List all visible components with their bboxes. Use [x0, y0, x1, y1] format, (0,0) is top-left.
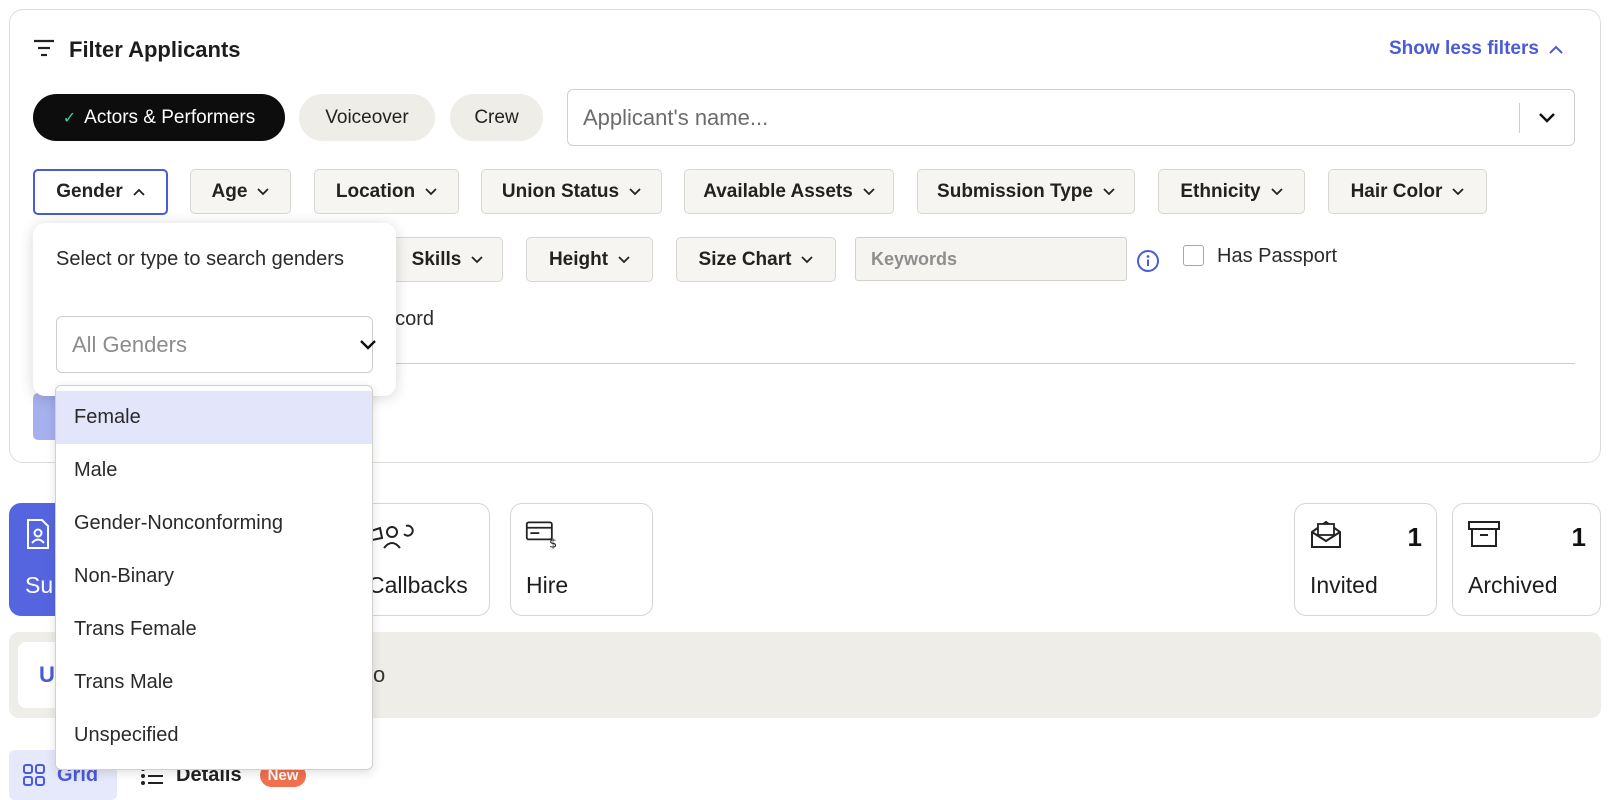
filter-ethnicity-button[interactable]: Ethnicity — [1158, 169, 1305, 214]
archived-count: 1 — [1571, 522, 1586, 552]
chevron-down-icon — [257, 187, 270, 195]
stage-label: Hire — [526, 572, 569, 598]
status-bar-right-text: o — [373, 662, 386, 687]
chevron-down-icon — [425, 187, 437, 195]
svg-text:$: $ — [549, 535, 557, 550]
status-bar-left-text: U — [39, 662, 55, 687]
applicant-name-input[interactable] — [568, 104, 1519, 131]
chevron-down-icon — [629, 187, 641, 195]
filter-height-button[interactable]: Height — [526, 237, 653, 282]
page-title: Filter Applicants — [69, 37, 241, 62]
stage-label: Invited — [1310, 572, 1378, 598]
gender-search-prompt: Select or type to search genders — [56, 248, 344, 270]
filter-size-chart-button[interactable]: Size Chart — [676, 237, 836, 282]
chevron-up-icon — [133, 188, 145, 196]
filter-label: Available Assets — [703, 180, 853, 202]
submissions-icon — [27, 519, 49, 549]
callbacks-icon — [366, 524, 414, 549]
category-label: Actors & Performers — [84, 106, 256, 128]
stage-callbacks-card[interactable]: Callbacks — [360, 503, 490, 616]
gender-dropdown-toggle[interactable] — [360, 339, 376, 350]
gender-option-female[interactable]: Female — [56, 391, 372, 444]
category-label: Crew — [474, 106, 519, 128]
stage-archived-card[interactable]: 1 Archived — [1452, 503, 1601, 616]
grid-icon — [23, 764, 45, 786]
show-less-filters-link[interactable]: Show less filters — [1389, 38, 1563, 60]
invited-count: 1 — [1407, 522, 1422, 552]
filter-label: Skills — [411, 248, 462, 270]
chevron-down-icon — [1452, 187, 1465, 195]
filter-icon — [34, 39, 54, 57]
gender-option-non-binary[interactable]: Non-Binary — [56, 550, 372, 603]
stage-label: Archived — [1468, 572, 1558, 598]
category-actors-pill[interactable]: ✓ Actors & Performers — [33, 94, 285, 141]
chevron-down-icon — [863, 187, 875, 195]
filter-gender-button[interactable]: Gender — [33, 169, 168, 215]
has-passport-label: Has Passport — [1217, 245, 1338, 267]
chevron-down-icon — [1270, 187, 1283, 195]
filter-age-button[interactable]: Age — [190, 169, 291, 214]
payment-card-icon: $ — [525, 521, 557, 550]
filter-label: Hair Color — [1350, 180, 1443, 202]
filter-hair-color-button[interactable]: Hair Color — [1328, 169, 1487, 214]
info-icon[interactable] — [1136, 249, 1160, 273]
category-crew-pill[interactable]: Crew — [450, 94, 543, 141]
filter-skills-button[interactable]: Skills — [392, 237, 503, 282]
archive-box-icon — [1468, 521, 1500, 547]
gender-option-male[interactable]: Male — [56, 444, 372, 497]
keywords-input[interactable] — [855, 237, 1127, 281]
gender-option-trans-male[interactable]: Trans Male — [56, 656, 372, 709]
gender-option-unspecified[interactable]: Unspecified — [56, 709, 372, 762]
filter-submission-type-button[interactable]: Submission Type — [917, 169, 1135, 214]
filter-union-status-button[interactable]: Union Status — [481, 169, 662, 214]
has-passport-checkbox[interactable] — [1183, 245, 1204, 266]
gender-popover: Select or type to search genders — [33, 223, 396, 396]
gender-options-menu: Female Male Gender-Nonconforming Non-Bin… — [55, 385, 373, 770]
applicant-name-combobox[interactable] — [567, 89, 1575, 146]
gender-search-input[interactable] — [57, 331, 360, 358]
check-icon: ✓ — [62, 109, 77, 127]
chevron-down-icon — [471, 255, 483, 263]
category-voiceover-pill[interactable]: Voiceover — [299, 94, 435, 141]
filter-label: Gender — [56, 181, 123, 202]
filter-label: Height — [548, 248, 609, 270]
chevron-up-icon — [1549, 45, 1563, 54]
show-less-label: Show less filters — [1389, 38, 1539, 59]
filter-label: Age — [211, 180, 248, 202]
chevron-down-icon — [1103, 187, 1115, 195]
filter-label: Location — [335, 180, 416, 202]
filter-label: Submission Type — [937, 180, 1093, 202]
invite-envelope-icon — [1311, 520, 1341, 548]
filter-label: Ethnicity — [1180, 180, 1261, 202]
stage-label: Callbacks — [368, 572, 468, 598]
chevron-down-icon — [1539, 112, 1555, 123]
gender-combobox[interactable] — [56, 316, 376, 373]
gender-option-nonconforming[interactable]: Gender-Nonconforming — [56, 497, 372, 550]
filter-location-button[interactable]: Location — [314, 169, 459, 214]
gender-option-trans-female[interactable]: Trans Female — [56, 603, 372, 656]
filter-label: Size Chart — [698, 248, 792, 270]
stage-hire-card[interactable]: $ Hire — [510, 503, 653, 616]
chevron-down-icon — [801, 255, 814, 263]
stage-invited-card[interactable]: 1 Invited — [1294, 503, 1437, 616]
chevron-down-icon — [360, 339, 376, 350]
filter-label: Union Status — [501, 180, 620, 202]
stage-label: Su — [25, 572, 54, 598]
chevron-down-icon — [618, 255, 630, 263]
name-dropdown-toggle[interactable] — [1520, 112, 1574, 123]
filter-available-assets-button[interactable]: Available Assets — [684, 169, 894, 214]
category-label: Voiceover — [325, 106, 409, 128]
